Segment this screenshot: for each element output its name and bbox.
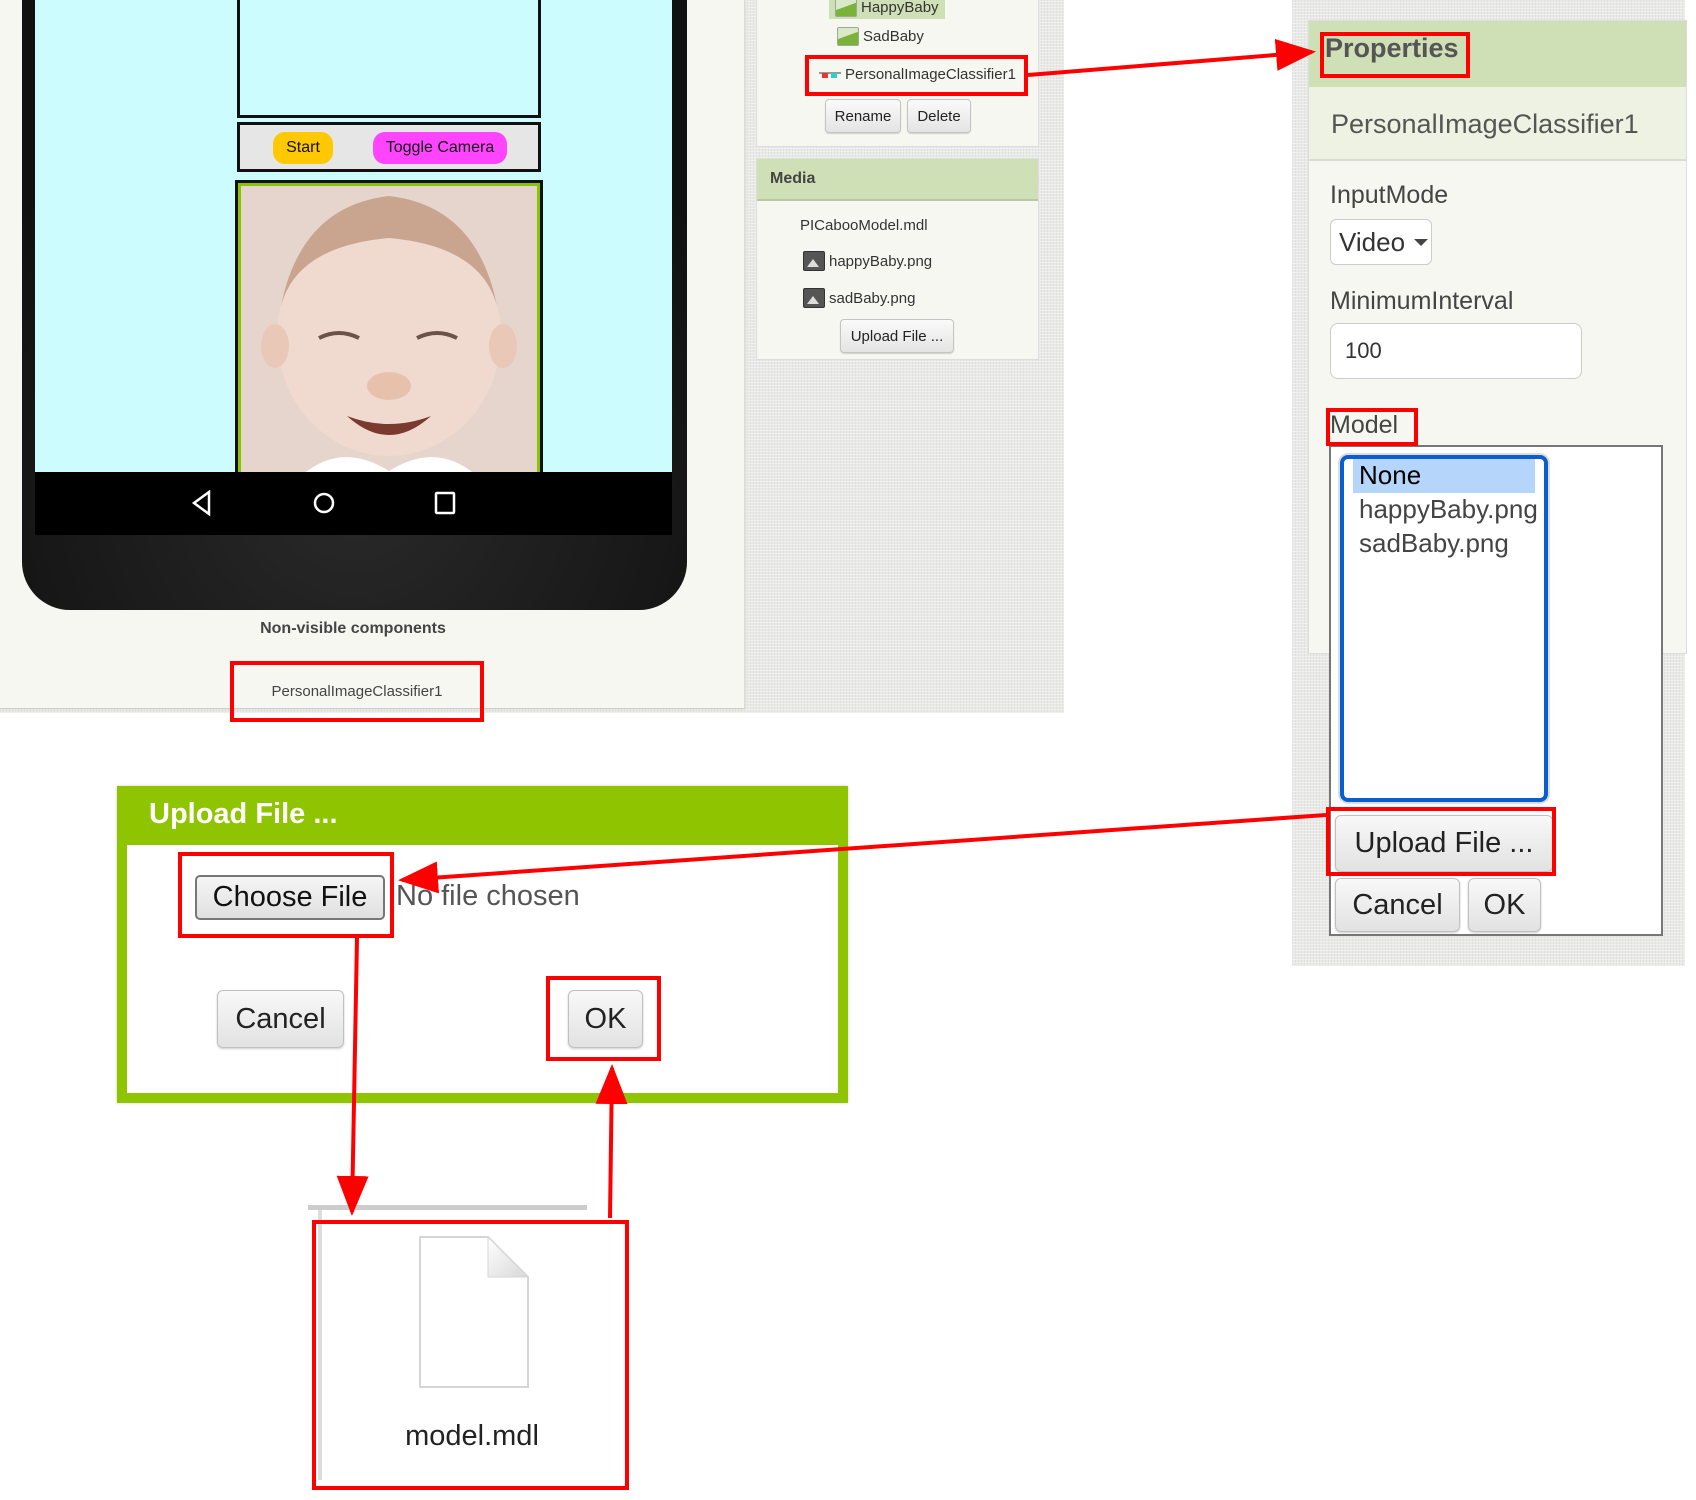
properties-header: Properties xyxy=(1309,21,1686,89)
minimuminterval-label: MinimumInterval xyxy=(1330,287,1514,315)
component-item-personalimageclassifier[interactable]: PersonalImageClassifier1 xyxy=(819,66,1016,83)
delete-button[interactable]: Delete xyxy=(907,99,971,133)
android-nav-bar xyxy=(35,472,672,535)
file-name-model-mdl[interactable]: model.mdl xyxy=(360,1420,584,1453)
inputmode-label: InputMode xyxy=(1330,181,1449,209)
phone-screen: Start Toggle Camera xyxy=(35,0,672,478)
component-item-happybaby[interactable]: HappyBaby xyxy=(829,0,945,19)
media-item[interactable]: PICabooModel.mdl xyxy=(800,217,928,234)
media-heading: Media xyxy=(757,159,1038,201)
image-icon xyxy=(835,0,857,17)
picture-icon xyxy=(803,251,825,271)
choose-file-button[interactable]: Choose File xyxy=(195,875,385,920)
media-label: PICabooModel.mdl xyxy=(800,217,928,234)
model-ok-button[interactable]: OK xyxy=(1468,878,1541,932)
model-cancel-button[interactable]: Cancel xyxy=(1335,878,1460,932)
upload-file-dialog: Upload File ... xyxy=(117,786,848,1103)
arrow-classifier-to-properties xyxy=(1027,38,1316,77)
model-upload-file-button[interactable]: Upload File ... xyxy=(1335,815,1553,872)
media-label: sadBaby.png xyxy=(829,289,916,307)
inputmode-select[interactable]: Video xyxy=(1330,219,1432,265)
no-file-chosen-text: No file chosen xyxy=(396,880,580,912)
component-name: PersonalImageClassifier1 xyxy=(1331,109,1639,139)
recents-icon[interactable] xyxy=(433,490,457,516)
media-upload-button[interactable]: Upload File ... xyxy=(840,319,954,353)
upload-dialog-title: Upload File ... xyxy=(149,798,338,830)
non-visible-components-heading: Non-visible components xyxy=(260,620,446,637)
inputmode-value: Video xyxy=(1339,226,1406,257)
upload-ok-button[interactable]: OK xyxy=(568,990,643,1048)
canvas-box[interactable] xyxy=(237,0,541,118)
classifier-icon xyxy=(819,71,841,78)
component-name-row: PersonalImageClassifier1 xyxy=(1309,87,1686,161)
baby-photo xyxy=(241,186,537,475)
home-icon[interactable] xyxy=(311,490,337,516)
properties-title: Properties xyxy=(1325,33,1459,63)
component-label: HappyBaby xyxy=(861,0,939,16)
media-item[interactable]: sadBaby.png xyxy=(803,288,915,308)
upload-cancel-button[interactable]: Cancel xyxy=(217,990,344,1048)
component-label: PersonalImageClassifier1 xyxy=(845,66,1016,83)
media-label: happyBaby.png xyxy=(829,252,933,270)
viewer-panel: Start Toggle Camera Non-visible componen… xyxy=(0,0,745,708)
model-option-happybaby[interactable]: happyBaby.png xyxy=(1353,493,1538,527)
chevron-down-icon xyxy=(1414,239,1429,246)
media-panel: Media PICabooModel.mdl happyBaby.png sad… xyxy=(756,158,1039,360)
document-icon[interactable] xyxy=(416,1235,532,1390)
component-item-sadbaby[interactable]: SadBaby xyxy=(837,27,924,46)
model-option-none[interactable]: None xyxy=(1353,459,1535,493)
media-item[interactable]: happyBaby.png xyxy=(803,251,932,271)
baby-image-component[interactable] xyxy=(235,180,543,478)
component-label: SadBaby xyxy=(863,28,924,45)
back-icon[interactable] xyxy=(190,490,214,516)
model-option-sadbaby[interactable]: sadBaby.png xyxy=(1353,527,1535,561)
button-arrangement: Start Toggle Camera xyxy=(237,122,541,172)
components-panel: HappyBaby SadBaby PersonalImageClassifie… xyxy=(756,0,1039,147)
start-button[interactable]: Start xyxy=(273,132,333,164)
rename-button[interactable]: Rename xyxy=(825,99,901,133)
non-visible-component-item[interactable]: PersonalImageClassifier1 xyxy=(230,661,484,722)
toggle-camera-button[interactable]: Toggle Camera xyxy=(373,132,507,164)
model-label: Model xyxy=(1330,411,1399,439)
image-icon xyxy=(837,27,859,46)
picture-icon xyxy=(803,288,825,308)
minimuminterval-input[interactable]: 100 xyxy=(1330,323,1582,379)
model-listbox[interactable]: None happyBaby.png sadBaby.png xyxy=(1340,455,1548,802)
